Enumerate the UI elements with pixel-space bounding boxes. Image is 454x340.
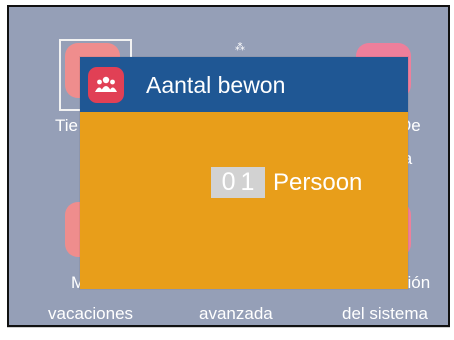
dialog-title: Aantal bewon: [146, 72, 286, 98]
menu-label-1[interactable]: Tie: [55, 116, 78, 136]
bottom-divider: [7, 327, 450, 328]
screen-frame: ⁂ Tie De la M vacaciones avanzada ción d…: [7, 5, 450, 327]
resident-count-value[interactable]: 01: [211, 167, 265, 198]
menu-label-5-line2[interactable]: del sistema: [342, 304, 428, 324]
tile-glyph-icon: ⁂: [235, 42, 245, 53]
menu-label-3-line2[interactable]: vacaciones: [48, 304, 133, 324]
residents-dialog: Aantal bewon 01 Persoon: [80, 57, 408, 289]
people-icon: [88, 67, 124, 103]
menu-label-4-line2[interactable]: avanzada: [199, 304, 273, 324]
dialog-header: Aantal bewon: [80, 57, 408, 112]
resident-count-unit: Persoon: [273, 169, 363, 196]
dialog-body: 01 Persoon: [80, 112, 408, 289]
